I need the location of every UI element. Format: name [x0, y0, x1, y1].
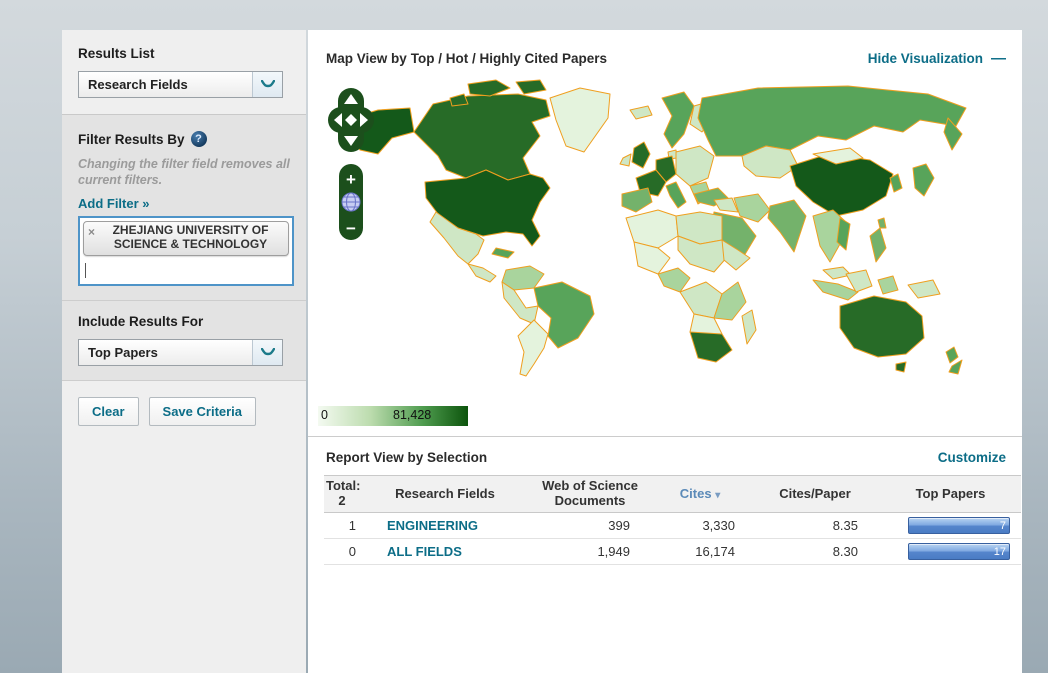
map-zoom-control[interactable]: + −: [339, 164, 363, 240]
top-papers-bar: 7: [908, 517, 1010, 534]
column-cites-sort[interactable]: Cites ▾: [650, 484, 750, 505]
chevron-down-icon: [252, 340, 282, 365]
sort-caret-icon: ▾: [715, 490, 720, 501]
column-top-papers: Top Papers: [880, 484, 1021, 505]
include-results-dropdown[interactable]: Top Papers: [78, 339, 283, 366]
hide-visualization-link[interactable]: Hide Visualization —: [868, 51, 1006, 66]
world-map[interactable]: [318, 70, 1010, 400]
minus-icon: —: [991, 54, 1006, 64]
table-row: 1 ENGINEERING 399 3,330 8.35 7: [324, 513, 1021, 539]
results-list-dropdown[interactable]: Research Fields: [78, 71, 283, 98]
row-rank: 1: [324, 518, 360, 533]
report-view-title: Report View by Selection: [326, 450, 487, 465]
include-results-section: Include Results For Top Papers: [62, 301, 306, 381]
row-rank: 0: [324, 544, 360, 559]
map-pan-control[interactable]: [328, 88, 374, 152]
column-wos-documents: Web of Science Documents: [530, 476, 650, 512]
criteria-buttons: Clear Save Criteria: [62, 381, 306, 440]
filter-input-box[interactable]: × ZHEJIANG UNIVERSITY OF SCIENCE & TECHN…: [78, 216, 294, 286]
include-results-label: Include Results For: [78, 314, 288, 329]
wos-docs-value: 399: [530, 518, 650, 533]
cites-per-paper-value: 8.35: [750, 518, 880, 533]
top-papers-bar: 17: [908, 543, 1010, 560]
zoom-out-icon[interactable]: −: [346, 219, 356, 238]
column-cites-per-paper: Cites/Paper: [750, 484, 880, 505]
map-color-scale: 0 81,428: [318, 406, 468, 426]
report-table: Total: 2 Research Fields Web of Science …: [324, 475, 1021, 565]
filter-chip-label: ZHEJIANG UNIVERSITY OF SCIENCE & TECHNOL…: [98, 224, 283, 252]
results-list-dropdown-value: Research Fields: [88, 77, 188, 92]
results-list-label: Results List: [78, 46, 288, 61]
visualization-panel: Map View byTop / Hot / Highly Cited Pape…: [308, 30, 1022, 673]
table-row: 0 ALL FIELDS 1,949 16,174 8.30 17: [324, 539, 1021, 565]
add-filter-link[interactable]: Add Filter »: [78, 196, 150, 211]
customize-link[interactable]: Customize: [938, 450, 1006, 465]
filter-results-label: Filter Results By: [78, 132, 185, 147]
filter-sidebar: Results List Research Fields Filter Resu…: [62, 30, 306, 673]
help-icon[interactable]: ?: [191, 131, 207, 147]
cites-per-paper-value: 8.30: [750, 544, 880, 559]
cites-value: 3,330: [650, 518, 750, 533]
include-results-dropdown-value: Top Papers: [88, 345, 158, 360]
chevron-down-icon: [252, 72, 282, 97]
scale-max-label: 81,428: [393, 408, 431, 422]
results-list-section: Results List Research Fields: [62, 30, 306, 115]
wos-docs-value: 1,949: [530, 544, 650, 559]
filter-note: Changing the filter field removes all cu…: [78, 157, 293, 188]
text-cursor: [85, 263, 86, 278]
total-header: Total: 2: [324, 476, 360, 512]
world-map-area: + −: [308, 70, 1022, 404]
column-research-fields: Research Fields: [360, 484, 530, 505]
table-header-row: Total: 2 Research Fields Web of Science …: [324, 475, 1021, 513]
clear-button[interactable]: Clear: [78, 397, 139, 426]
remove-filter-icon[interactable]: ×: [88, 225, 95, 239]
field-link-all-fields[interactable]: ALL FIELDS: [387, 544, 462, 559]
map-view-title: Map View byTop / Hot / Highly Cited Pape…: [326, 51, 607, 66]
cites-value: 16,174: [650, 544, 750, 559]
scale-min-label: 0: [321, 408, 328, 422]
filter-results-section: Filter Results By ? Changing the filter …: [62, 115, 306, 301]
filter-chip[interactable]: × ZHEJIANG UNIVERSITY OF SCIENCE & TECHN…: [83, 221, 289, 256]
field-link-engineering[interactable]: ENGINEERING: [387, 518, 478, 533]
zoom-in-icon[interactable]: +: [346, 170, 356, 189]
save-criteria-button[interactable]: Save Criteria: [149, 397, 257, 426]
